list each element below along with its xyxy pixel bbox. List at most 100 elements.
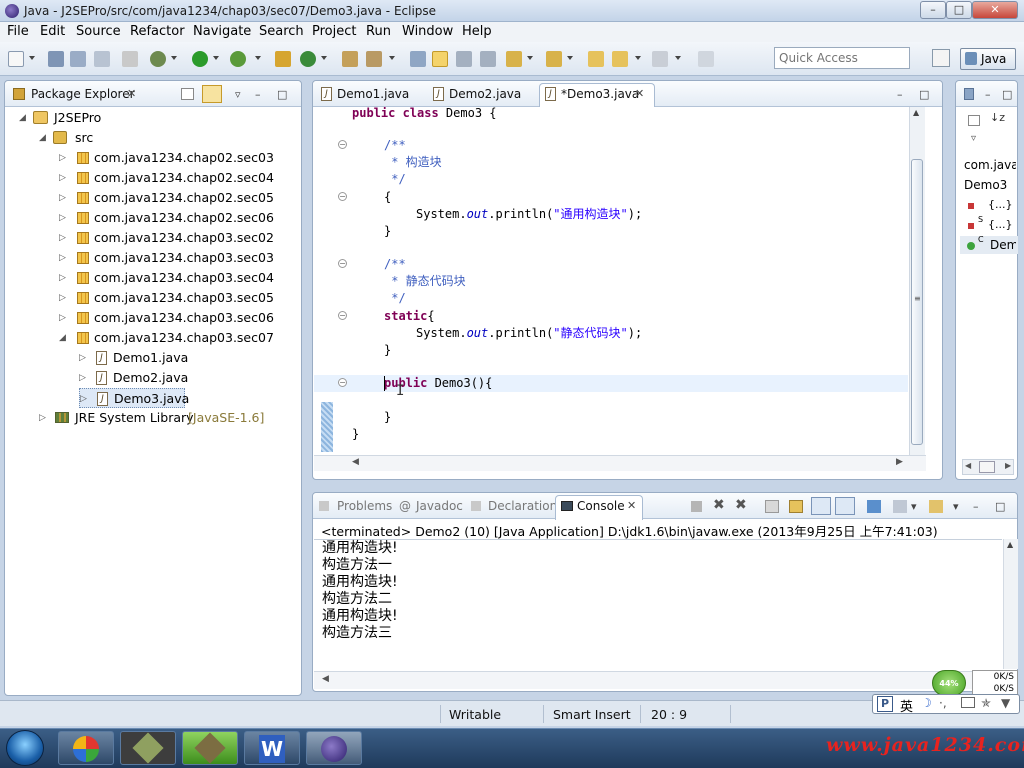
- outline-static-initializer[interactable]: {...}: [988, 218, 1013, 231]
- taskbar-app[interactable]: [182, 731, 238, 765]
- close-tab-icon[interactable]: ✕: [127, 87, 136, 100]
- menu-navigate[interactable]: Navigate: [193, 24, 251, 39]
- outline-constructor[interactable]: Dem: [990, 238, 1016, 252]
- block-select-icon[interactable]: [456, 51, 472, 67]
- tree-file-selected[interactable]: ▷ J Demo3.java: [79, 388, 189, 408]
- close-button[interactable]: ✕: [972, 1, 1018, 19]
- pin-icon[interactable]: [698, 51, 714, 67]
- remove-launch-icon[interactable]: ✖: [713, 497, 725, 513]
- tab-package-explorer[interactable]: Package Explorer: [31, 87, 135, 101]
- scroll-lock-icon[interactable]: [789, 500, 803, 513]
- minimize-button[interactable]: –: [920, 1, 946, 19]
- search-icon[interactable]: [366, 51, 382, 67]
- tab-demo2[interactable]: Demo2.java: [449, 87, 521, 101]
- code-area[interactable]: public class Demo3 { − /** * 构造块 */ − { …: [314, 107, 908, 454]
- fold-icon[interactable]: −: [338, 311, 347, 320]
- maximize-view-icon[interactable]: □: [277, 88, 287, 101]
- close-tab-icon[interactable]: ✕: [627, 499, 636, 512]
- dropdown-icon[interactable]: ▾: [953, 500, 959, 513]
- print-icon[interactable]: [94, 51, 110, 67]
- highlight-icon[interactable]: [432, 51, 448, 67]
- minimize-view-icon[interactable]: –: [897, 88, 903, 101]
- console-horizontal-scrollbar[interactable]: ◀: [314, 671, 1002, 689]
- fold-icon[interactable]: −: [338, 259, 347, 268]
- toggle-icon[interactable]: [122, 51, 138, 67]
- new-class-icon[interactable]: [300, 51, 316, 67]
- menu-help[interactable]: Help: [462, 24, 492, 39]
- menu-run[interactable]: Run: [366, 24, 391, 39]
- next-annotation-icon[interactable]: [506, 51, 522, 67]
- ime-bar[interactable]: P 英 ☽ ·, ✯ ▼: [872, 694, 1020, 715]
- clear-console-icon[interactable]: [765, 500, 779, 513]
- ime-punct-icon[interactable]: ·,: [939, 696, 947, 710]
- minimize-view-icon[interactable]: –: [973, 500, 979, 513]
- ime-moon-icon[interactable]: ☽: [921, 696, 932, 710]
- tab-javadoc[interactable]: Javadoc: [416, 499, 463, 513]
- whitespace-icon[interactable]: [480, 51, 496, 67]
- show-stdout-icon[interactable]: [811, 497, 831, 515]
- back-icon[interactable]: [612, 51, 628, 67]
- console-vertical-scrollbar[interactable]: ▲: [1003, 539, 1018, 669]
- tab-demo1[interactable]: Demo1.java: [337, 87, 409, 101]
- outline-horizontal-scrollbar[interactable]: ◀ ▶: [962, 459, 1014, 475]
- menu-project[interactable]: Project: [312, 24, 356, 39]
- display-console-icon[interactable]: [893, 500, 907, 513]
- link-editor-icon[interactable]: [202, 85, 222, 103]
- tab-problems[interactable]: Problems: [337, 499, 392, 513]
- menu-refactor[interactable]: Refactor: [130, 24, 185, 39]
- open-type-icon[interactable]: [342, 51, 358, 67]
- save-icon[interactable]: [48, 51, 64, 67]
- prev-annotation-icon[interactable]: [546, 51, 562, 67]
- remove-all-icon[interactable]: ✖: [735, 497, 747, 513]
- pin-console-icon[interactable]: [867, 500, 881, 513]
- minimize-view-icon[interactable]: –: [255, 88, 261, 101]
- new-icon[interactable]: [8, 51, 24, 67]
- maximize-view-icon[interactable]: □: [919, 88, 929, 101]
- taskbar-app[interactable]: [120, 731, 176, 765]
- fold-icon[interactable]: −: [338, 140, 347, 149]
- editor-horizontal-scrollbar[interactable]: ◀ ▶: [314, 455, 926, 471]
- view-menu-icon[interactable]: ▿: [971, 133, 976, 144]
- ime-tools-icon[interactable]: ✯: [981, 696, 991, 710]
- save-all-icon[interactable]: [70, 51, 86, 67]
- tab-declaration[interactable]: Declaration: [488, 499, 557, 513]
- fold-icon[interactable]: −: [338, 192, 347, 201]
- taskbar-app[interactable]: W: [244, 731, 300, 765]
- console-output[interactable]: 通用构造块! 构造方法一 通用构造块! 构造方法二 通用构造块! 构造方法三: [314, 539, 1002, 669]
- menu-file[interactable]: File: [7, 24, 29, 39]
- ime-keyboard-icon[interactable]: [961, 697, 975, 708]
- open-console-icon[interactable]: [929, 500, 943, 513]
- run-icon[interactable]: [192, 51, 208, 67]
- terminate-icon[interactable]: [691, 501, 702, 512]
- fold-icon[interactable]: −: [338, 378, 347, 387]
- debug-icon[interactable]: [150, 51, 166, 67]
- show-stderr-icon[interactable]: [835, 497, 855, 515]
- external-tools-icon[interactable]: [230, 51, 246, 67]
- tab-demo3[interactable]: *Demo3.java: [561, 87, 639, 101]
- sort-icon[interactable]: ↓z: [990, 111, 1005, 124]
- menu-edit[interactable]: Edit: [40, 24, 65, 39]
- menu-source[interactable]: Source: [76, 24, 121, 39]
- menu-search[interactable]: Search: [259, 24, 304, 39]
- tab-console[interactable]: Console: [577, 499, 625, 513]
- last-edit-icon[interactable]: [588, 51, 604, 67]
- annotation-icon[interactable]: [410, 51, 426, 67]
- maximize-view-icon[interactable]: □: [1002, 88, 1012, 101]
- editor-scroll-thumb[interactable]: ≡: [911, 159, 923, 445]
- menu-window[interactable]: Window: [402, 24, 453, 39]
- maximize-view-icon[interactable]: □: [995, 500, 1005, 513]
- close-tab-icon[interactable]: ✕: [635, 87, 644, 100]
- collapse-icon[interactable]: [968, 115, 980, 126]
- open-perspective-icon[interactable]: [932, 49, 950, 67]
- ime-menu-icon[interactable]: ▼: [1001, 696, 1010, 710]
- collapse-all-icon[interactable]: [181, 88, 194, 100]
- maximize-button[interactable]: □: [946, 1, 972, 19]
- view-menu-icon[interactable]: ▿: [235, 88, 241, 101]
- outline-package[interactable]: com.java: [964, 158, 1016, 172]
- outline-initializer[interactable]: {...}: [988, 198, 1013, 211]
- start-button[interactable]: [6, 730, 44, 766]
- outline-class[interactable]: Demo3: [964, 178, 1007, 192]
- taskbar-app[interactable]: [58, 731, 114, 765]
- minimize-view-icon[interactable]: –: [985, 88, 991, 101]
- forward-icon[interactable]: [652, 51, 668, 67]
